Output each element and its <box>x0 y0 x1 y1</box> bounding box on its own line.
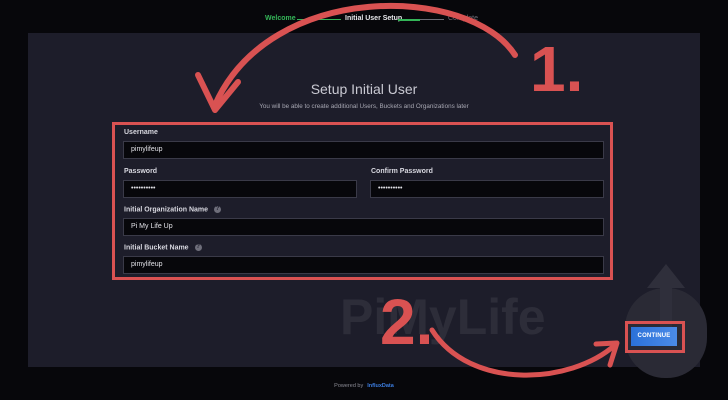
arrow-to-form <box>212 2 518 108</box>
annotation-step-two: 2. <box>380 286 434 358</box>
annotation-arrows <box>195 2 620 378</box>
arrow-to-continue <box>429 327 618 378</box>
annotation-step-one: 1. <box>530 33 584 105</box>
